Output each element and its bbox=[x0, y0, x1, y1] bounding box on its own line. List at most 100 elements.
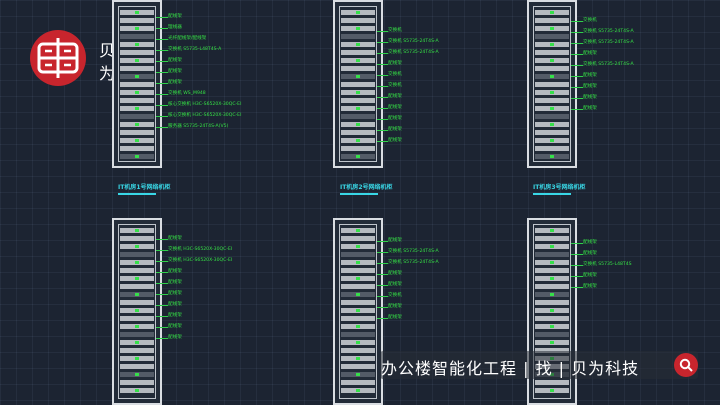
label-leader-line bbox=[571, 54, 583, 55]
device-label: 理线器 bbox=[168, 25, 182, 30]
rack-unit bbox=[341, 252, 375, 257]
rack-unit bbox=[341, 268, 375, 273]
rack-unit bbox=[341, 300, 375, 305]
rack-unit bbox=[120, 130, 154, 135]
device-label: 交换机 S5735-24T4S-A bbox=[583, 62, 634, 67]
status-led bbox=[356, 373, 360, 376]
rack-unit bbox=[341, 82, 375, 87]
device-label: 配线架 bbox=[168, 69, 182, 74]
label-leader-line bbox=[377, 285, 388, 286]
device-label: 配线架 bbox=[583, 284, 597, 289]
rack-title-underline bbox=[340, 193, 378, 195]
label-leader-line bbox=[156, 28, 168, 29]
label-leader-line bbox=[571, 254, 583, 255]
search-button[interactable] bbox=[674, 353, 698, 377]
rack-unit bbox=[535, 332, 569, 337]
status-led bbox=[356, 123, 360, 126]
label-leader-line bbox=[156, 283, 168, 284]
label-leader-line bbox=[156, 239, 168, 240]
rack-unit bbox=[341, 348, 375, 353]
label-leader-line bbox=[377, 119, 388, 120]
rack-unit bbox=[120, 82, 154, 87]
device-label: 交换机 S5735-24T4S-A bbox=[388, 50, 439, 55]
status-led bbox=[135, 75, 139, 78]
rack-unit bbox=[341, 50, 375, 55]
rack-unit bbox=[120, 146, 154, 151]
status-led bbox=[135, 11, 139, 14]
status-led bbox=[356, 341, 360, 344]
status-led bbox=[550, 107, 554, 110]
device-label: 配线架 bbox=[388, 271, 402, 276]
rack-unit bbox=[120, 252, 154, 257]
rack-unit bbox=[120, 236, 154, 241]
device-label: 交换机 S5735-24T4S-A bbox=[583, 40, 634, 45]
rack-unit bbox=[535, 114, 569, 119]
rack-unit bbox=[535, 66, 569, 71]
label-leader-line bbox=[156, 127, 168, 128]
device-label: 交换机 S5735-L48T4S bbox=[583, 262, 632, 267]
rack-unit bbox=[120, 332, 154, 337]
device-label: 光纤配线架/配线架 bbox=[168, 36, 207, 41]
status-led bbox=[135, 155, 139, 158]
device-label: 配线架 bbox=[168, 291, 182, 296]
device-label: 配线架 bbox=[388, 61, 402, 66]
label-leader-line bbox=[156, 294, 168, 295]
label-leader-line bbox=[377, 53, 388, 54]
label-leader-line bbox=[571, 98, 583, 99]
status-led bbox=[135, 293, 139, 296]
label-leader-line bbox=[377, 307, 388, 308]
status-led bbox=[356, 309, 360, 312]
label-leader-line bbox=[571, 21, 583, 22]
status-led bbox=[356, 357, 360, 360]
network-rack-2 bbox=[333, 0, 383, 168]
label-leader-line bbox=[377, 318, 388, 319]
status-led bbox=[135, 229, 139, 232]
label-leader-line bbox=[377, 108, 388, 109]
rack-unit bbox=[120, 268, 154, 273]
status-led bbox=[356, 27, 360, 30]
device-label: 配线架 bbox=[168, 324, 182, 329]
status-led bbox=[135, 389, 139, 392]
rack-unit bbox=[341, 114, 375, 119]
device-label: 配线架 bbox=[388, 315, 402, 320]
device-label: 配线架 bbox=[583, 51, 597, 56]
status-led bbox=[135, 341, 139, 344]
label-leader-line bbox=[377, 64, 388, 65]
status-led bbox=[550, 245, 554, 248]
rack-unit bbox=[535, 268, 569, 273]
label-leader-line bbox=[377, 130, 388, 131]
device-label: 配线架 bbox=[388, 116, 402, 121]
status-led bbox=[356, 277, 360, 280]
rack-unit bbox=[341, 236, 375, 241]
label-leader-line bbox=[571, 32, 583, 33]
label-leader-line bbox=[377, 296, 388, 297]
status-led bbox=[135, 357, 139, 360]
rack-unit bbox=[535, 130, 569, 135]
label-leader-line bbox=[571, 287, 583, 288]
label-leader-line bbox=[156, 316, 168, 317]
device-label: 交换机 S5735-24T4S-A bbox=[583, 29, 634, 34]
device-label: 配线架 bbox=[583, 251, 597, 256]
device-label: 配线架 bbox=[583, 106, 597, 111]
brand-logo bbox=[30, 30, 86, 86]
status-led bbox=[135, 373, 139, 376]
status-led bbox=[135, 91, 139, 94]
label-leader-line bbox=[156, 338, 168, 339]
status-led bbox=[550, 341, 554, 344]
status-led bbox=[550, 139, 554, 142]
device-label: 交换机 S5735-24T4S-A bbox=[388, 249, 439, 254]
device-label: 配线架 bbox=[388, 238, 402, 243]
status-led bbox=[550, 27, 554, 30]
device-label: 配线架 bbox=[168, 302, 182, 307]
status-led bbox=[356, 261, 360, 264]
device-label: 配线架 bbox=[583, 273, 597, 278]
device-label: 配线架 bbox=[168, 280, 182, 285]
network-rack-4 bbox=[112, 218, 162, 405]
device-label: 配线架 bbox=[168, 335, 182, 340]
rack-unit bbox=[341, 66, 375, 71]
device-label: 交换机 S5735-24T4S-A bbox=[388, 39, 439, 44]
label-leader-line bbox=[156, 105, 168, 106]
label-leader-line bbox=[156, 72, 168, 73]
device-label: 配线架 bbox=[388, 127, 402, 132]
label-leader-line bbox=[377, 97, 388, 98]
